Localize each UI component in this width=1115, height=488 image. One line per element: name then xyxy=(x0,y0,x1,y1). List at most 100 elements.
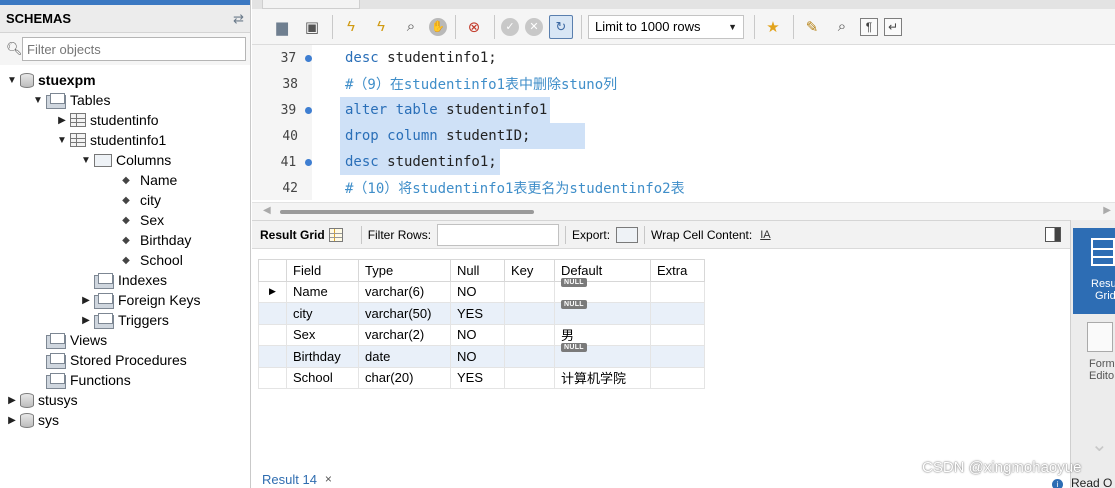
cell-key[interactable] xyxy=(504,280,555,303)
explain-icon[interactable]: ⌕ xyxy=(399,15,423,39)
code-line[interactable]: alter table studentinfo1 xyxy=(345,97,547,123)
tree-node[interactable]: ▼ studentinfo1 xyxy=(56,130,166,150)
code-line[interactable]: drop column studentID; xyxy=(345,123,530,149)
tree-node[interactable]: ▶ sys xyxy=(6,410,59,430)
result-grid-label[interactable]: Result Grid xyxy=(260,228,325,242)
cell-type[interactable]: char(20) xyxy=(358,366,451,389)
expand-down-icon[interactable]: ▼ xyxy=(56,135,68,146)
find-icon[interactable]: ⌕ xyxy=(830,15,854,39)
close-icon[interactable]: × xyxy=(325,472,332,486)
sql-editor[interactable]: 37 38 39 40 41 42 desc studentinfo1; #（9）在stud… xyxy=(252,45,1115,220)
cell-extra[interactable] xyxy=(650,323,705,346)
execute-icon[interactable]: ϟ xyxy=(339,15,363,39)
tree-node[interactable]: ◆ Sex xyxy=(120,210,164,230)
expand-right-icon[interactable]: ▶ xyxy=(6,415,18,426)
cell-null[interactable]: NO xyxy=(450,280,505,303)
tree-node[interactable]: ◆ Birthday xyxy=(120,230,191,250)
wrap-icon[interactable]: ↵ xyxy=(884,17,902,36)
side-form-editor-button[interactable]: Form Edito xyxy=(1087,322,1115,382)
cell-extra[interactable] xyxy=(650,345,705,368)
cell-key[interactable] xyxy=(504,302,555,325)
limit-rows-select[interactable]: Limit to 1000 rows ▼ xyxy=(588,14,744,39)
invisible-chars-icon[interactable]: ¶ xyxy=(860,17,878,36)
cell-field[interactable]: School xyxy=(286,366,359,389)
expand-down-icon[interactable]: ▼ xyxy=(6,75,18,86)
column-header[interactable]: Extra xyxy=(650,259,705,282)
result-tab-label[interactable]: Result 14 xyxy=(262,472,317,487)
table-row[interactable]: city varchar(50) YES NULL xyxy=(258,299,705,325)
expand-down-icon[interactable]: ▼ xyxy=(32,95,44,106)
cell-key[interactable] xyxy=(504,366,555,389)
table-row[interactable]: ▶ Name varchar(6) NO NULL xyxy=(258,278,705,303)
tree-node[interactable]: ▶ Triggers xyxy=(80,310,169,330)
cell-default[interactable]: NULL xyxy=(554,342,651,368)
cell-key[interactable] xyxy=(504,345,555,368)
save-icon[interactable]: ▣ xyxy=(300,15,324,39)
table-row[interactable]: Birthday date NO NULL xyxy=(258,342,705,368)
cell-extra[interactable] xyxy=(650,280,705,303)
stop-icon[interactable]: ✋ xyxy=(429,17,447,36)
tree-node[interactable]: Functions xyxy=(32,370,131,390)
tree-node[interactable]: ▶ studentinfo xyxy=(56,110,158,130)
tree-node[interactable]: ▼ Tables xyxy=(32,90,110,110)
tree-node[interactable]: Views xyxy=(32,330,107,350)
column-header[interactable]: Type xyxy=(358,259,451,282)
wrap-cell-icon[interactable]: IA xyxy=(760,229,770,241)
tree-node[interactable]: ▼ Columns xyxy=(80,150,171,170)
panel-toggle-icon[interactable] xyxy=(1045,227,1061,242)
brush-icon[interactable]: ✎ xyxy=(800,15,824,39)
toggle-error-icon[interactable]: ⊗ xyxy=(462,15,486,39)
tree-node[interactable]: ▶ Foreign Keys xyxy=(80,290,200,310)
tree-node[interactable]: Indexes xyxy=(80,270,167,290)
filter-rows-input[interactable] xyxy=(437,223,560,246)
beautify-icon[interactable]: ★ xyxy=(761,15,785,39)
export-icon[interactable] xyxy=(616,226,639,243)
scroll-right-icon[interactable]: ▶ xyxy=(1103,205,1111,216)
cell-extra[interactable] xyxy=(650,302,705,325)
cell-null[interactable]: YES xyxy=(450,302,505,325)
filter-objects-input[interactable] xyxy=(22,37,246,61)
column-header[interactable]: Null xyxy=(450,259,505,282)
editor-horizontal-scrollbar[interactable]: ◀ ▶ xyxy=(252,202,1115,220)
expand-right-icon[interactable]: ▶ xyxy=(80,295,92,306)
cell-field[interactable]: Sex xyxy=(286,323,359,346)
tree-node[interactable]: ◆ Name xyxy=(120,170,177,190)
tree-node[interactable]: ◆ city xyxy=(120,190,161,210)
cell-default[interactable]: NULL xyxy=(554,299,651,325)
side-result-grid-button[interactable]: Resu Grid xyxy=(1073,228,1115,314)
column-header[interactable]: Key xyxy=(504,259,555,282)
autocommit-icon[interactable]: ↻ xyxy=(549,14,573,39)
cell-null[interactable]: YES xyxy=(450,366,505,389)
tree-node[interactable]: ▼ stuexpm xyxy=(6,70,96,90)
code-line[interactable]: #（9）在studentinfo1表中删除stuno列 xyxy=(345,71,617,97)
open-file-icon[interactable]: ▆ xyxy=(270,15,294,39)
cell-type[interactable]: varchar(2) xyxy=(358,323,451,346)
column-header[interactable]: Field xyxy=(286,259,359,282)
cell-field[interactable]: city xyxy=(286,302,359,325)
result-grid-icon[interactable] xyxy=(328,227,343,242)
chevron-down-icon[interactable]: ⌄ xyxy=(1091,432,1108,457)
cell-null[interactable]: NO xyxy=(450,323,505,346)
cell-type[interactable]: varchar(6) xyxy=(358,280,451,303)
tree-node[interactable]: ◆ School xyxy=(120,250,183,270)
code-line[interactable]: desc studentinfo1; xyxy=(345,45,497,71)
cell-type[interactable]: date xyxy=(358,345,451,368)
cell-type[interactable]: varchar(50) xyxy=(358,302,451,325)
cell-extra[interactable] xyxy=(650,366,705,389)
tree-node[interactable]: ▶ stusys xyxy=(6,390,78,410)
result-tab[interactable]: Result 14 × xyxy=(262,470,332,488)
cell-field[interactable]: Name xyxy=(286,280,359,303)
refresh-icon[interactable]: ⇄ xyxy=(233,11,244,27)
cell-null[interactable]: NO xyxy=(450,345,505,368)
execute-statement-icon[interactable]: ϟ xyxy=(369,15,393,39)
cell-default[interactable]: 计算机学院 xyxy=(554,366,651,389)
expand-down-icon[interactable]: ▼ xyxy=(80,155,92,166)
tree-node[interactable]: Stored Procedures xyxy=(32,350,187,370)
code-line[interactable]: desc studentinfo1; xyxy=(345,149,497,175)
expand-right-icon[interactable]: ▶ xyxy=(56,115,68,126)
expand-right-icon[interactable]: ▶ xyxy=(6,395,18,406)
table-row[interactable]: School char(20) YES 计算机学院 xyxy=(258,366,705,389)
query-tab[interactable] xyxy=(262,0,360,9)
scrollbar-thumb[interactable] xyxy=(280,210,534,214)
cell-field[interactable]: Birthday xyxy=(286,345,359,368)
